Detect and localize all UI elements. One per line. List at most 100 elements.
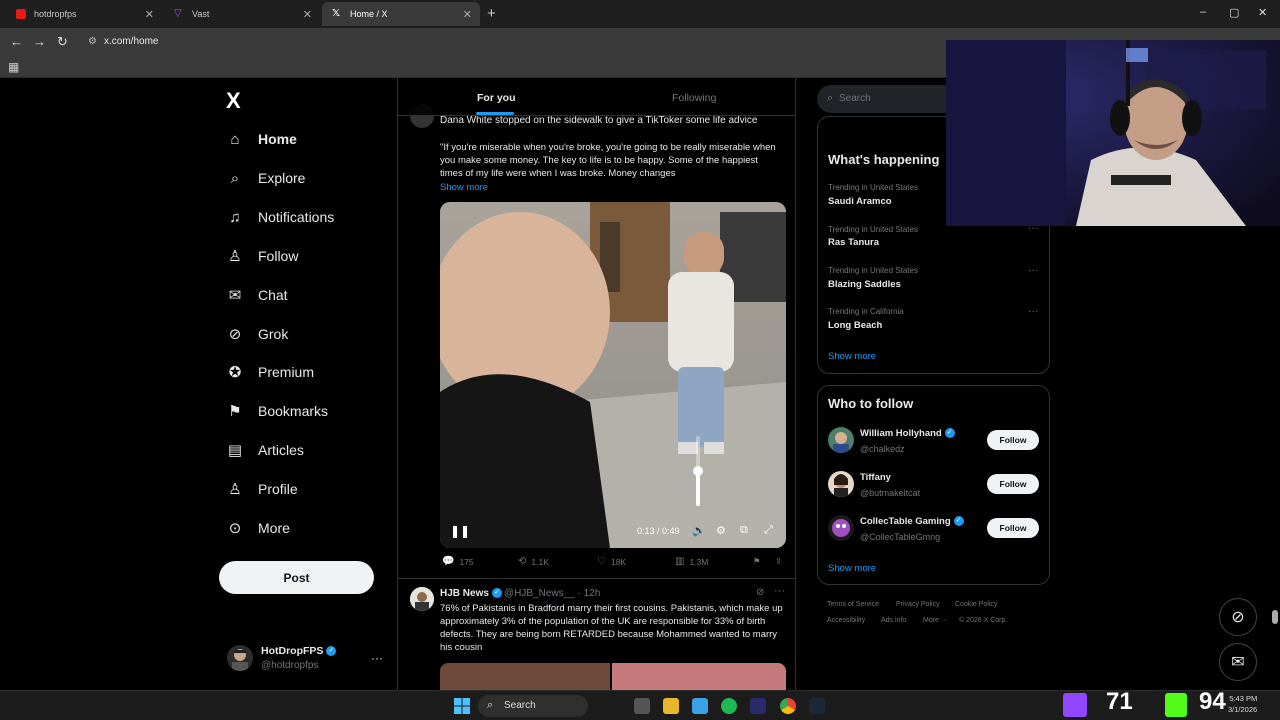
- twitch-icon[interactable]: [1063, 693, 1087, 717]
- task-view-icon[interactable]: [634, 698, 650, 714]
- footer-link[interactable]: Privacy Policy: [896, 601, 940, 608]
- trend-name[interactable]: Long Beach: [828, 320, 882, 331]
- windows-start-icon[interactable]: [454, 698, 470, 714]
- follow-suggestion-name[interactable]: William Hollyhand ✓: [860, 428, 955, 439]
- grok-float-button[interactable]: ⊘: [1219, 598, 1257, 636]
- forward-arrow-icon[interactable]: →: [33, 34, 46, 49]
- hud-app-icon[interactable]: [750, 698, 766, 714]
- more-icon[interactable]: ···: [1028, 306, 1038, 317]
- url-field[interactable]: x.com/home: [104, 36, 158, 47]
- close-icon[interactable]: ✕: [463, 8, 472, 21]
- follow-suggestion-name[interactable]: Tiffany: [860, 472, 891, 483]
- avatar[interactable]: [828, 427, 854, 453]
- close-icon[interactable]: ✕: [145, 8, 154, 21]
- close-window-button[interactable]: ✕: [1258, 6, 1267, 19]
- search-input[interactable]: Search: [839, 93, 871, 104]
- messages-float-button[interactable]: ✉: [1219, 643, 1257, 681]
- who-to-follow-show-more-link[interactable]: Show more: [828, 563, 876, 574]
- home-icon: ⌂: [230, 130, 240, 148]
- nav-articles[interactable]: ▤ Articles: [226, 435, 304, 465]
- post-image[interactable]: [612, 663, 786, 690]
- follow-suggestion-name[interactable]: CollecTable Gaming ✓: [860, 516, 964, 527]
- maximize-button[interactable]: ▢: [1229, 6, 1239, 19]
- nav-label: Home: [258, 131, 297, 147]
- footer-link[interactable]: Accessibility: [827, 617, 865, 624]
- post-author[interactable]: HJB News ✓: [440, 588, 502, 599]
- show-more-link[interactable]: Show more: [440, 182, 488, 193]
- nav-bookmarks[interactable]: ⚑ Bookmarks: [226, 396, 328, 426]
- taskbar-search[interactable]: ⌕ Search: [478, 695, 588, 717]
- pause-icon[interactable]: ❚❚: [450, 524, 470, 538]
- post-image[interactable]: [440, 663, 610, 690]
- post[interactable]: HJB News ✓ @HJB_News__ · 12h ⊘ ··· 76% of…: [398, 578, 795, 690]
- more-icon[interactable]: ···: [1028, 265, 1038, 276]
- trends-show-more-link[interactable]: Show more: [828, 351, 876, 362]
- views-button[interactable]: ▥ 1.3M: [675, 556, 708, 567]
- volume-slider[interactable]: [693, 436, 703, 506]
- notepad-icon[interactable]: [692, 698, 708, 714]
- nav-profile[interactable]: ♙ Profile: [226, 474, 297, 504]
- site-info-icon[interactable]: ⚙: [88, 36, 97, 47]
- fullscreen-icon[interactable]: ⤢: [764, 524, 773, 537]
- nav-notifications[interactable]: ♫ Notifications: [226, 202, 334, 232]
- avatar[interactable]: [828, 471, 854, 497]
- close-icon[interactable]: ✕: [303, 8, 312, 21]
- account-switcher[interactable]: HotDropFPS ✓ @hotdropfps ···: [227, 643, 387, 675]
- avatar[interactable]: [410, 587, 434, 611]
- follow-button[interactable]: Follow: [987, 430, 1039, 450]
- repost-button[interactable]: ⟲ 1.1K: [518, 556, 549, 567]
- nav-more[interactable]: ⊙ More: [226, 513, 290, 543]
- footer-link[interactable]: Ads info: [881, 617, 906, 624]
- nav-follow[interactable]: ♙ Follow: [226, 241, 298, 271]
- tab-title: Home / X: [350, 9, 388, 19]
- footer-link[interactable]: Cookie Policy: [955, 601, 997, 608]
- like-button[interactable]: ♡ 18K: [597, 556, 626, 567]
- x-logo-icon[interactable]: X: [226, 88, 241, 114]
- follow-button[interactable]: Follow: [987, 474, 1039, 494]
- footer-link[interactable]: More ···: [923, 617, 948, 624]
- share-icon[interactable]: ⇪: [775, 556, 782, 567]
- tab-for-you[interactable]: For you: [477, 92, 516, 104]
- tab-following[interactable]: Following: [672, 92, 716, 104]
- post-button[interactable]: Post: [219, 561, 374, 594]
- tab-vast[interactable]: ▽ Vast ✕: [164, 2, 320, 26]
- kick-icon[interactable]: [1165, 693, 1187, 717]
- new-tab-button[interactable]: +: [487, 5, 496, 22]
- more-icon[interactable]: ···: [774, 585, 785, 597]
- steam-icon[interactable]: [809, 698, 825, 714]
- follow-button[interactable]: Follow: [987, 518, 1039, 538]
- trend-name[interactable]: Blazing Saddles: [828, 279, 901, 290]
- trend-name[interactable]: Saudi Aramco: [828, 196, 892, 207]
- more-icon[interactable]: ···: [371, 651, 383, 665]
- nav-premium[interactable]: ✪ Premium: [226, 357, 314, 387]
- spotify-icon[interactable]: [721, 698, 737, 714]
- video-player[interactable]: ❚❚ 0:13 / 0:49 🔈 ⚙ ⧉ ⤢: [440, 202, 786, 548]
- tab-home-x[interactable]: 𝕏 Home / X ✕: [322, 2, 480, 26]
- trend-name[interactable]: Ras Tanura: [828, 237, 879, 248]
- bookmark-icon[interactable]: ⚑: [753, 556, 761, 567]
- footer-link[interactable]: Terms of Service: [827, 601, 879, 608]
- avatar[interactable]: [828, 515, 854, 541]
- settings-gear-icon[interactable]: ⚙: [716, 524, 726, 537]
- picture-in-picture-icon[interactable]: ⧉: [740, 524, 748, 537]
- nav-grok[interactable]: ⊘ Grok: [226, 319, 289, 349]
- follow-suggestion-handle: @chalkedz: [860, 444, 905, 454]
- system-clock[interactable]: 5:43 PM 3/1/2026: [1228, 693, 1257, 715]
- nav-chat[interactable]: ✉ Chat: [226, 280, 288, 310]
- minimize-button[interactable]: –: [1200, 6, 1206, 18]
- reload-icon[interactable]: ↻: [57, 34, 68, 50]
- nav-home[interactable]: ⌂ Home: [226, 124, 297, 154]
- scrollbar[interactable]: [1272, 610, 1278, 624]
- nav-explore[interactable]: ⌕ Explore: [226, 163, 306, 193]
- reply-button[interactable]: 💬 175: [442, 556, 474, 567]
- who-to-follow-title: Who to follow: [828, 396, 914, 411]
- verified-icon: ✓: [491, 588, 502, 599]
- back-arrow-icon[interactable]: ←: [10, 34, 23, 49]
- grok-icon[interactable]: ⊘: [756, 587, 764, 598]
- volume-icon[interactable]: 🔈: [692, 524, 706, 537]
- taskbar-search-label: Search: [504, 700, 536, 711]
- chrome-icon[interactable]: [780, 698, 796, 714]
- tab-hotdropfps[interactable]: hotdropfps ✕: [6, 2, 162, 26]
- file-explorer-icon[interactable]: [663, 698, 679, 714]
- apps-grid-icon[interactable]: ▦: [8, 60, 19, 74]
